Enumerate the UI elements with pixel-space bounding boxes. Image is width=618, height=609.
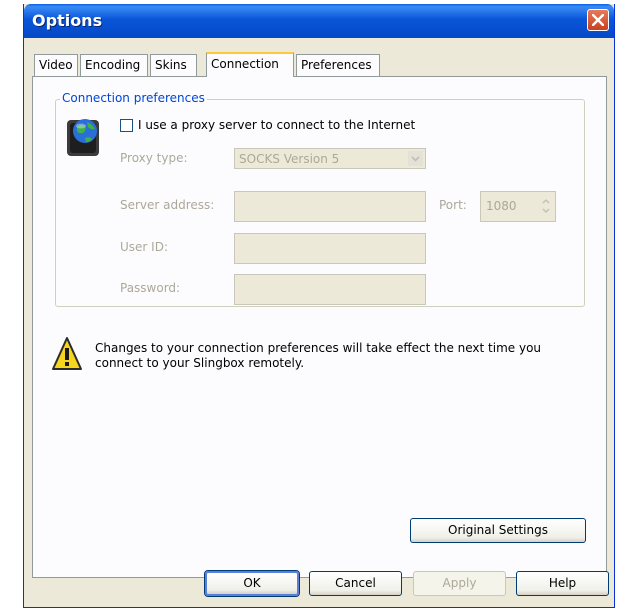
tab-label: Encoding xyxy=(85,58,141,72)
tab-encoding[interactable]: Encoding xyxy=(80,54,148,76)
spin-arrows-icon[interactable] xyxy=(540,195,552,217)
password-field[interactable] xyxy=(234,274,426,305)
warning-message: Changes to your connection preferences w… xyxy=(95,341,542,370)
cancel-button[interactable]: Cancel xyxy=(309,571,402,596)
tab-connection[interactable]: Connection xyxy=(206,52,294,77)
tab-label: Preferences xyxy=(301,58,372,72)
group-label: Connection preferences xyxy=(60,91,207,105)
proxy-type-label: Proxy type: xyxy=(120,151,188,165)
ok-button[interactable]: OK xyxy=(205,571,299,596)
proxy-type-select[interactable]: SOCKS Version 5 xyxy=(234,148,426,169)
proxy-type-value: SOCKS Version 5 xyxy=(239,152,340,166)
globe-icon xyxy=(67,119,99,156)
window-title: Options xyxy=(32,11,103,30)
original-settings-button[interactable]: Original Settings xyxy=(410,518,586,543)
options-dialog: Options Video Encoding Skins Connection … xyxy=(23,4,615,608)
connection-preferences-group: Connection preferences I use a proxy ser… xyxy=(55,91,585,307)
close-button[interactable] xyxy=(587,9,609,31)
proxy-checkbox[interactable] xyxy=(120,119,133,132)
port-stepper[interactable]: 1080 xyxy=(480,191,556,222)
warning-icon xyxy=(52,337,82,370)
server-address-field[interactable] xyxy=(234,191,426,222)
port-label: Port: xyxy=(439,198,467,212)
tab-preferences[interactable]: Preferences xyxy=(296,54,380,76)
title-bar[interactable]: Options xyxy=(24,4,614,38)
tab-label: Connection xyxy=(211,57,279,71)
port-value: 1080 xyxy=(486,199,517,213)
password-label: Password: xyxy=(120,281,181,295)
apply-button[interactable]: Apply xyxy=(413,571,506,596)
user-id-label: User ID: xyxy=(120,240,168,254)
chevron-down-icon xyxy=(408,151,423,166)
tab-video[interactable]: Video xyxy=(34,54,78,76)
help-button[interactable]: Help xyxy=(516,571,609,596)
tab-label: Video xyxy=(39,58,73,72)
tab-label: Skins xyxy=(155,58,187,72)
user-id-field[interactable] xyxy=(234,233,426,264)
server-address-label: Server address: xyxy=(120,198,215,212)
connection-tab-panel: Connection preferences I use a proxy ser… xyxy=(32,76,607,578)
close-icon xyxy=(592,14,604,26)
tab-skins[interactable]: Skins xyxy=(150,54,197,76)
proxy-checkbox-label[interactable]: I use a proxy server to connect to the I… xyxy=(138,118,415,132)
